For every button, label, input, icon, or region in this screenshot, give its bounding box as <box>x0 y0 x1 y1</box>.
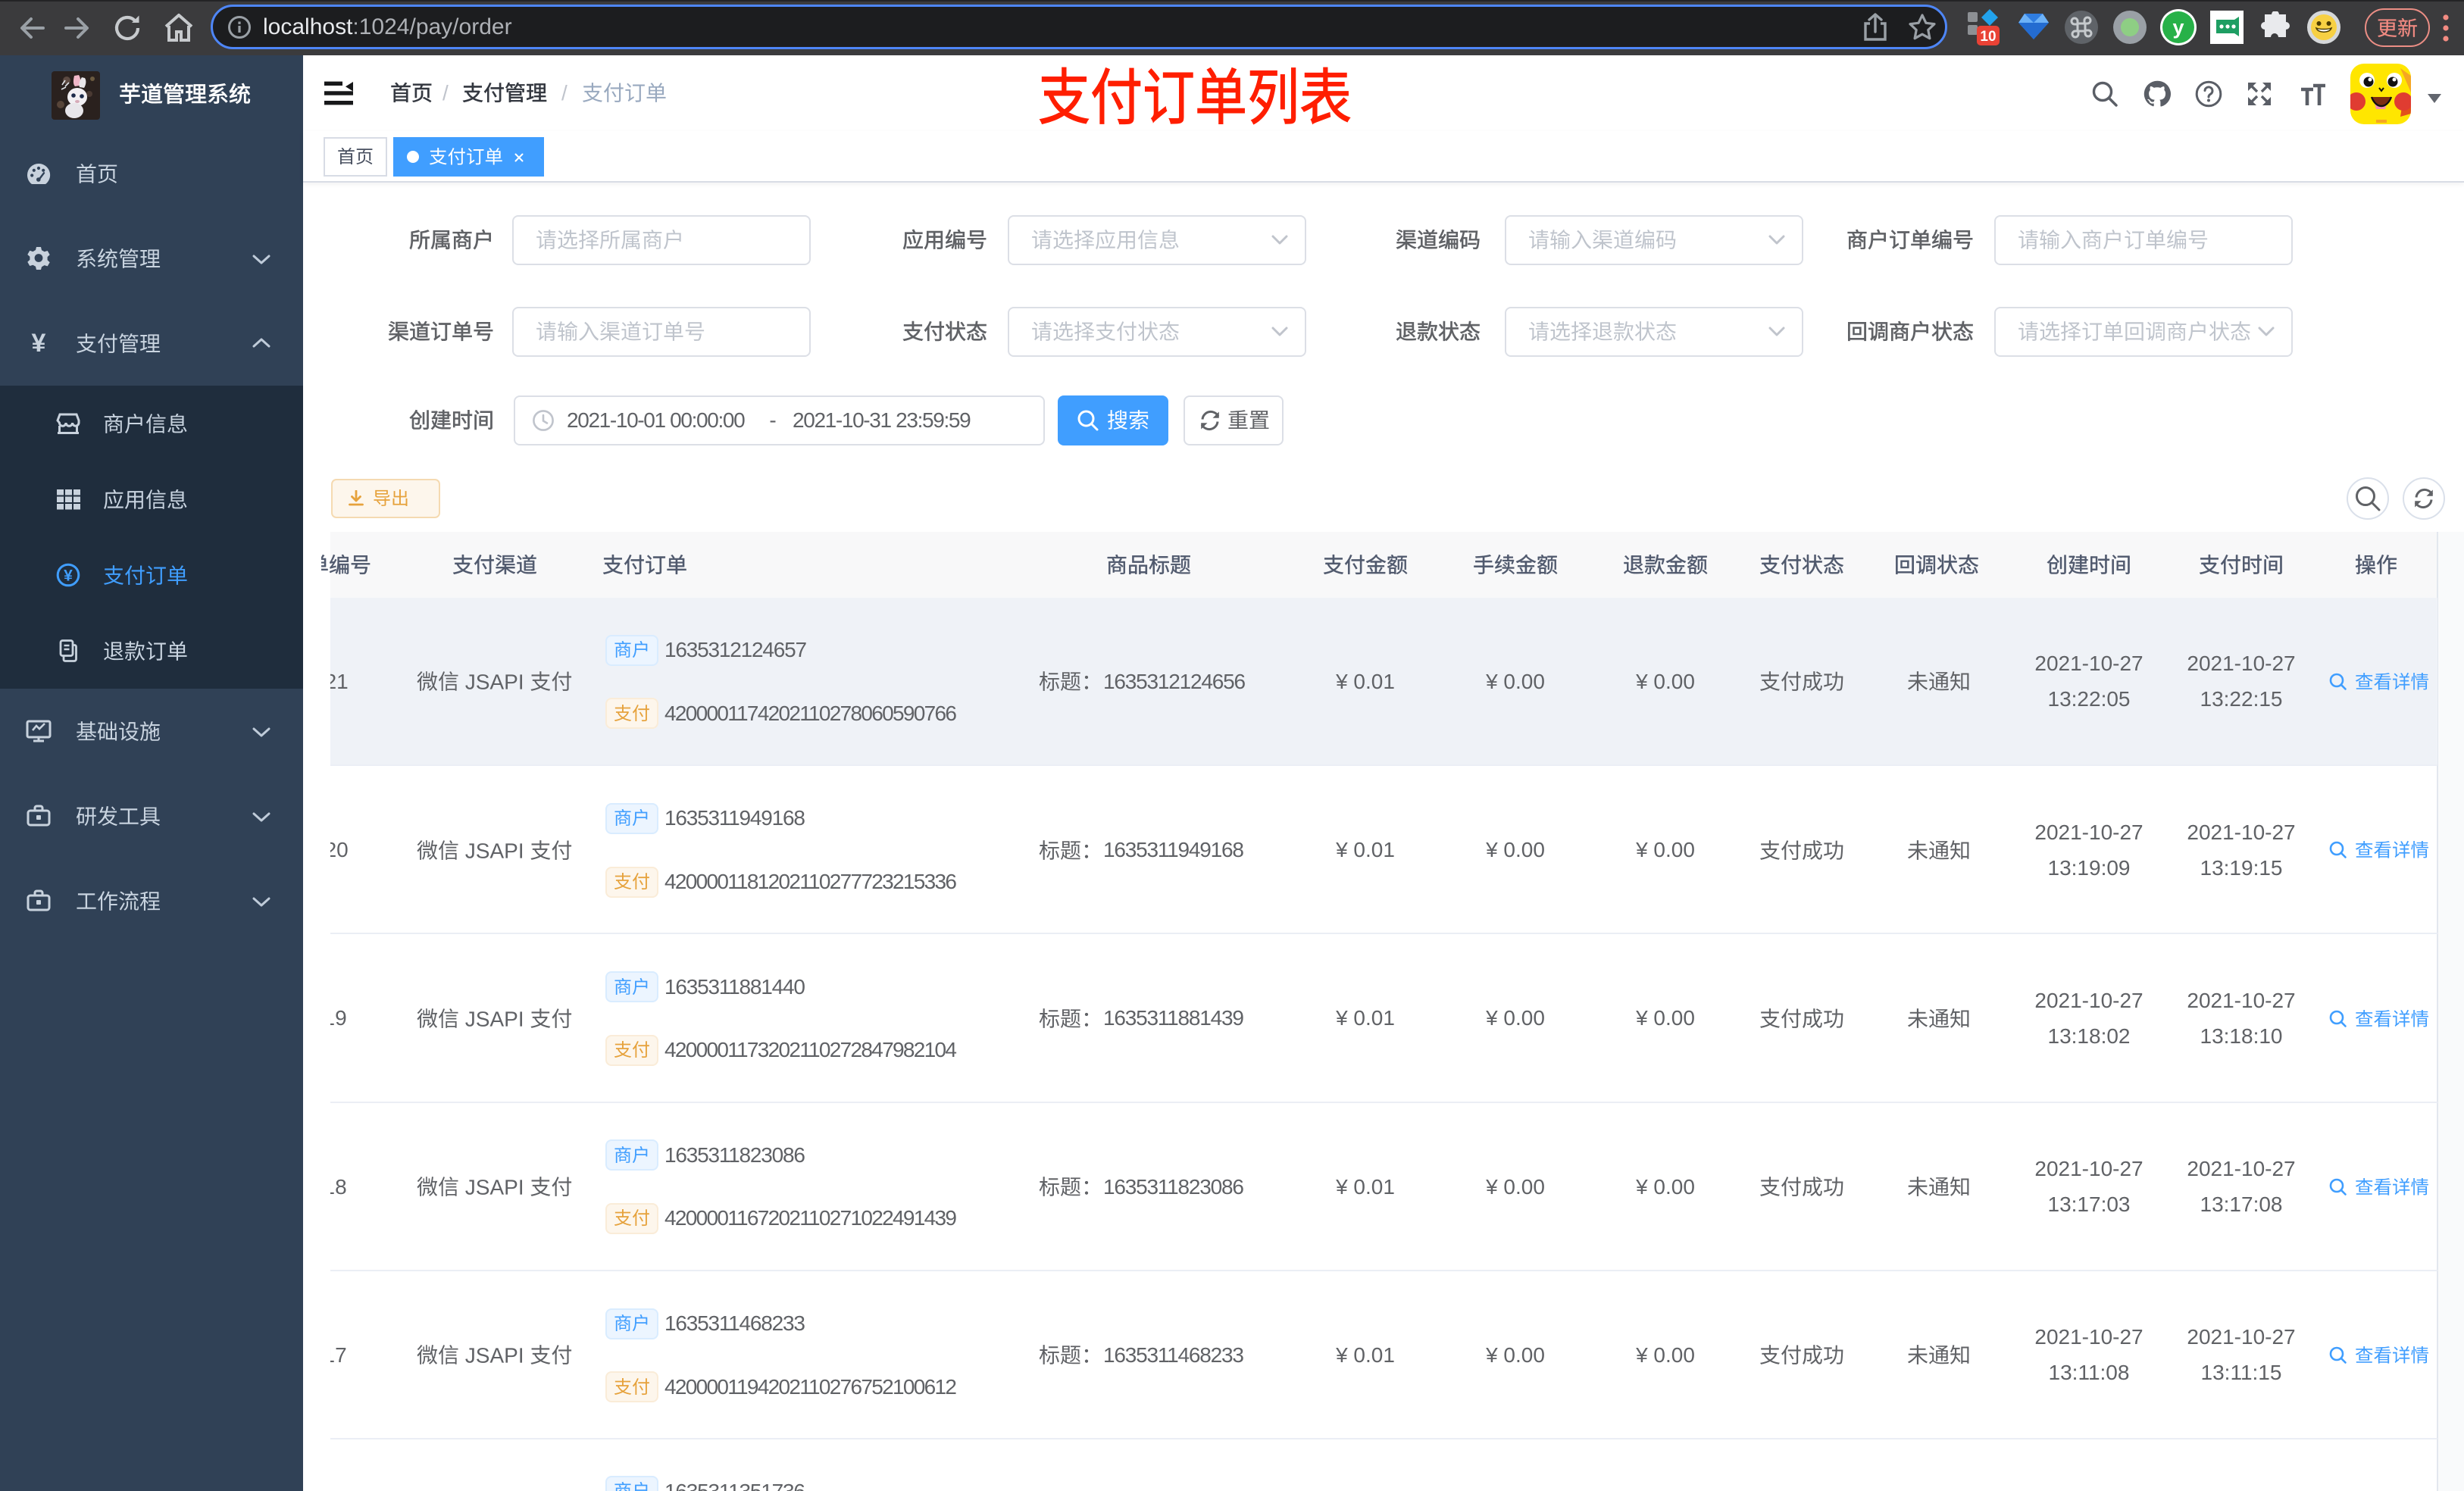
svg-text:y: y <box>2172 16 2184 39</box>
svg-text:¥: ¥ <box>32 331 46 355</box>
svg-text:10: 10 <box>1980 29 1996 45</box>
svg-text:¥: ¥ <box>64 567 73 585</box>
